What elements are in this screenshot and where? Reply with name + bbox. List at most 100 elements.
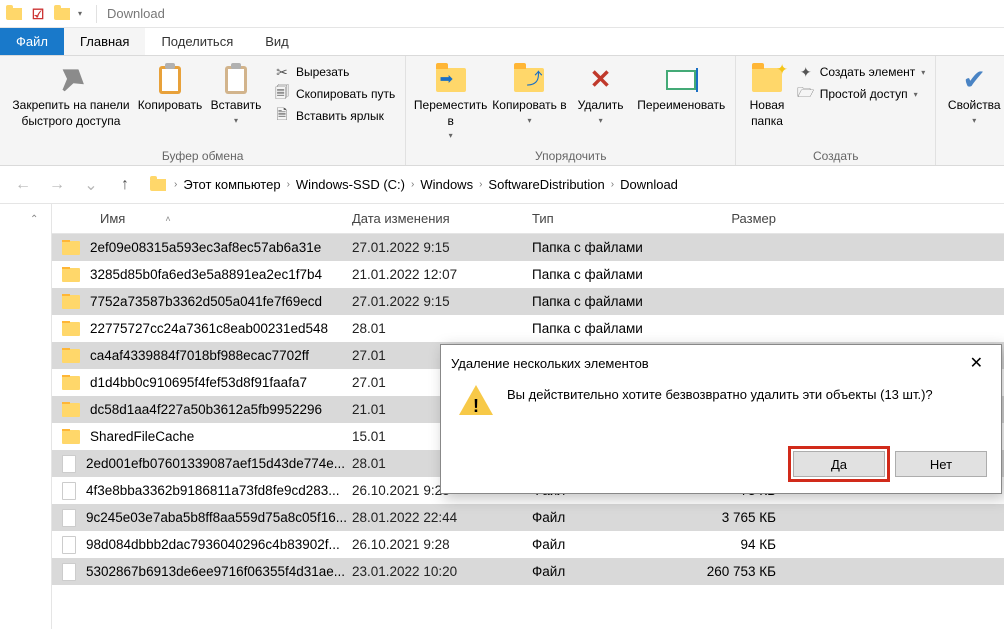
column-headers: Имя˄ Дата изменения Тип Размер (52, 204, 1004, 234)
crumb-softwaredistribution[interactable]: SoftwareDistribution (486, 175, 606, 194)
file-date: 26.10.2021 9:28 (352, 537, 532, 552)
file-row[interactable]: 3285d85b0fa6ed3e5a8891ea2ec1f7b421.01.20… (52, 261, 1004, 288)
nav-up-button[interactable]: ↑ (110, 170, 140, 200)
chevron-right-icon[interactable]: › (172, 179, 179, 190)
rename-button[interactable]: Переименовать (633, 60, 729, 114)
address-bar[interactable]: › Этот компьютер › Windows-SSD (C:) › Wi… (144, 172, 996, 198)
file-name: SharedFileCache (90, 429, 194, 444)
column-type[interactable]: Тип (532, 211, 682, 226)
new-item-button[interactable]: ✦Создать элемент ▾ (794, 62, 930, 82)
dialog-yes-button[interactable]: Да (793, 451, 885, 477)
file-size: 260 753 КБ (682, 564, 792, 579)
new-folder-icon (751, 64, 783, 96)
file-name: 7752a73587b3362d505a041fe7f69ecd (90, 294, 322, 309)
paste-shortcut-button[interactable]: 🗎Вставить ярлык (270, 106, 399, 126)
column-date[interactable]: Дата изменения (352, 211, 532, 226)
file-name: 9c245e03e7aba5b8ff8aa559d75a8c05f16... (86, 510, 347, 525)
file-type: Папка с файлами (532, 321, 682, 336)
nav-back-button[interactable]: ← (8, 170, 38, 200)
file-type: Файл (532, 564, 682, 579)
copy-path-icon: 🗐 (274, 86, 290, 102)
chevron-right-icon[interactable]: › (609, 179, 616, 190)
title-bar: ☑ ▾ Download (0, 0, 1004, 28)
ribbon: Закрепить на панели быстрого доступа Коп… (0, 56, 1004, 166)
tab-file[interactable]: Файл (0, 28, 64, 55)
chevron-right-icon[interactable]: › (285, 179, 292, 190)
column-name[interactable]: Имя˄ (52, 211, 352, 226)
file-icon (62, 482, 76, 500)
properties-button[interactable]: ✔ Свойства▾ (942, 60, 1004, 126)
delete-icon: ✕ (585, 64, 617, 96)
file-name: 2ef09e08315a593ec3af8ec57ab6a31e (90, 240, 321, 255)
easy-access-button[interactable]: 🗁Простой доступ ▾ (794, 84, 930, 104)
dialog-close-button[interactable]: ✕ (962, 349, 991, 377)
file-type: Папка с файлами (532, 267, 682, 282)
nav-forward-button[interactable]: → (42, 170, 72, 200)
nav-tree[interactable]: ⌃ (0, 204, 52, 629)
file-name: 2ed001efb07601339087aef15d43de774e... (86, 456, 345, 471)
copy-button[interactable]: Копировать (138, 60, 202, 114)
tab-view[interactable]: Вид (249, 28, 305, 55)
paste-button[interactable]: Вставить ▾ (204, 60, 268, 126)
nav-history-button[interactable]: ⌄ (76, 170, 106, 200)
column-size[interactable]: Размер (682, 211, 792, 226)
tab-share[interactable]: Поделиться (145, 28, 249, 55)
crumb-download[interactable]: Download (618, 175, 680, 194)
file-row[interactable]: 2ef09e08315a593ec3af8ec57ab6a31e 27.01.20… (52, 234, 1004, 261)
dialog-message: Вы действительно хотите безвозвратно уда… (507, 385, 933, 445)
group-label-new: Создать (742, 147, 929, 163)
file-name: ca4af4339884f7018bf988ecac7702ff (90, 348, 309, 363)
new-item-icon: ✦ (798, 64, 814, 80)
file-date: 27.01.2022 9:15 (352, 294, 532, 309)
file-row[interactable]: 7752a73587b3362d505a041fe7f69ecd 27.01.20… (52, 288, 1004, 315)
file-date: 21.01.2022 12:07 (352, 267, 532, 282)
folder-icon (62, 403, 80, 417)
file-date: 27.01.2022 9:15 (352, 240, 532, 255)
file-type: Папка с файлами (532, 294, 682, 309)
qat-dropdown-icon[interactable]: ▾ (78, 9, 82, 18)
file-type: Папка с файлами (532, 240, 682, 255)
qat-folder-icon[interactable] (54, 6, 70, 22)
file-icon (62, 455, 76, 473)
file-icon (62, 536, 76, 554)
nav-bar: ← → ⌄ ↑ › Этот компьютер › Windows-SSD (… (0, 166, 1004, 204)
copy-path-button[interactable]: 🗐Скопировать путь (270, 84, 399, 104)
delete-button[interactable]: ✕ Удалить▾ (570, 60, 631, 126)
folder-icon (62, 295, 80, 309)
copy-icon (154, 64, 186, 96)
tree-expand-icon[interactable]: ⌃ (30, 214, 38, 225)
file-date: 23.01.2022 10:20 (352, 564, 532, 579)
folder-icon (62, 376, 80, 390)
chevron-right-icon[interactable]: › (477, 179, 484, 190)
file-row[interactable]: 22775727cc24a7361c8eab00231ed54828.01Пап… (52, 315, 1004, 342)
crumb-this-pc[interactable]: Этот компьютер (181, 175, 282, 194)
easy-access-icon: 🗁 (798, 86, 814, 102)
file-icon (62, 509, 76, 527)
move-to-button[interactable]: ➡ Переместить в▾ (412, 60, 489, 142)
copy-to-button[interactable]: ⤴ Копировать в▾ (491, 60, 568, 126)
pin-to-quick-access-button[interactable]: Закрепить на панели быстрого доступа (6, 60, 136, 129)
qat-properties-icon[interactable]: ☑ (30, 6, 46, 22)
file-type: Файл (532, 537, 682, 552)
cut-button[interactable]: ✂Вырезать (270, 62, 399, 82)
paste-icon (220, 64, 252, 96)
folder-icon (62, 430, 80, 444)
file-row[interactable]: 98d084dbbb2dac7936040296c4b83902f...26.1… (52, 531, 1004, 558)
folder-icon (62, 349, 80, 363)
crumb-drive[interactable]: Windows-SSD (C:) (294, 175, 407, 194)
paste-shortcut-icon: 🗎 (274, 108, 290, 124)
file-row[interactable]: 9c245e03e7aba5b8ff8aa559d75a8c05f16...28… (52, 504, 1004, 531)
file-size: 3 765 КБ (682, 510, 792, 525)
move-to-icon: ➡ (435, 64, 467, 96)
copy-to-icon: ⤴ (513, 64, 545, 96)
dialog-title: Удаление нескольких элементов (451, 356, 649, 371)
rename-icon (665, 64, 697, 96)
dialog-no-button[interactable]: Нет (895, 451, 987, 477)
file-row[interactable]: 5302867b6913de6ee9716f06355f4d31ae...23.… (52, 558, 1004, 585)
ribbon-tabs: Файл Главная Поделиться Вид (0, 28, 1004, 56)
crumb-windows[interactable]: Windows (418, 175, 475, 194)
folder-icon (62, 268, 80, 282)
tab-home[interactable]: Главная (64, 28, 145, 55)
new-folder-button[interactable]: Новая папка (742, 60, 791, 129)
chevron-right-icon[interactable]: › (409, 179, 416, 190)
